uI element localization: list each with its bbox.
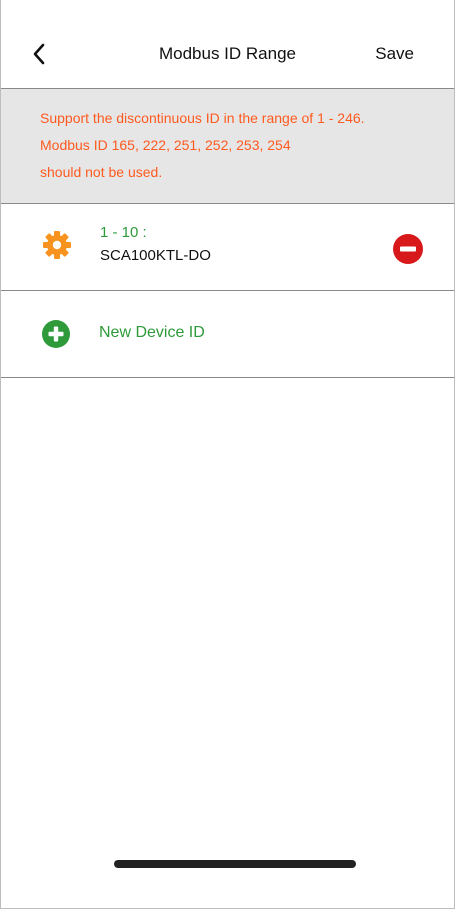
device-id-range: 1 - 10 : bbox=[100, 224, 147, 241]
plus-circle-icon bbox=[42, 320, 70, 348]
notice-line: Modbus ID 165, 222, 251, 252, 253, 254 bbox=[40, 137, 291, 153]
add-device-label: New Device ID bbox=[99, 324, 205, 341]
top-bar: Modbus ID Range Save bbox=[1, 0, 454, 89]
gear-icon[interactable] bbox=[41, 229, 73, 261]
app-screen: Modbus ID Range Save Support the discont… bbox=[0, 0, 455, 909]
add-device-button[interactable]: New Device ID bbox=[1, 291, 454, 378]
notice-banner: Support the discontinuous ID in the rang… bbox=[1, 89, 454, 204]
notice-line: should not be used. bbox=[40, 164, 163, 180]
save-button[interactable]: Save bbox=[375, 44, 414, 64]
notice-line: Support the discontinuous ID in the rang… bbox=[40, 110, 365, 126]
home-indicator[interactable] bbox=[114, 860, 356, 868]
device-row[interactable]: 1 - 10 : SCA100KTL-DO bbox=[1, 204, 454, 291]
device-model-name: SCA100KTL-DO bbox=[100, 247, 211, 264]
minus-circle-icon[interactable] bbox=[392, 233, 424, 265]
